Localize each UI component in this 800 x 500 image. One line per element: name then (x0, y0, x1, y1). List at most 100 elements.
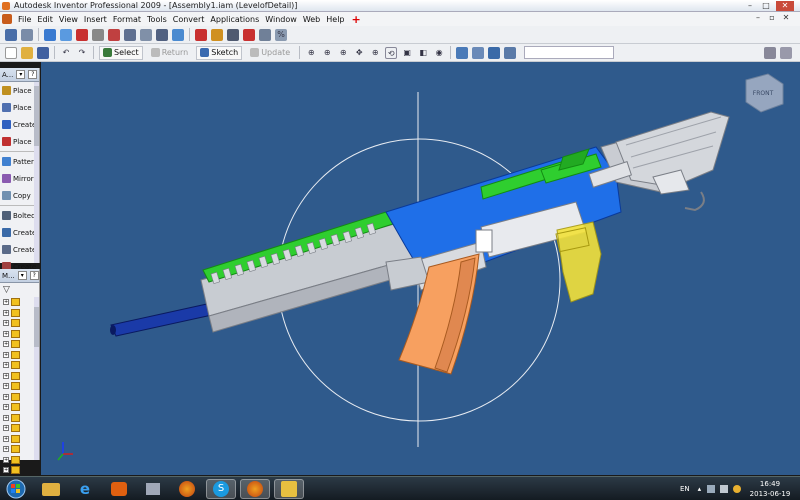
model-browser-header[interactable]: M... ▾ ? (0, 269, 39, 283)
minimize-button[interactable]: – (744, 1, 756, 11)
help-icon[interactable]: ? (28, 70, 38, 79)
maximize-button[interactable]: □ (760, 1, 772, 11)
mirror-icon[interactable] (76, 28, 88, 41)
menu-web[interactable]: Web (300, 15, 323, 24)
pan-icon[interactable]: ✥ (353, 47, 365, 59)
close-button[interactable]: ✕ (776, 1, 794, 11)
menu-insert[interactable]: Insert (81, 15, 110, 24)
taskbar-internet-explorer[interactable]: e (70, 479, 100, 499)
sketch-button[interactable]: Sketch (196, 45, 243, 60)
contact-solver-icon[interactable] (227, 28, 239, 41)
enable-icon[interactable] (243, 28, 255, 41)
tray-expand-icon[interactable]: ▴ (698, 485, 702, 493)
assembly-panel-header[interactable]: A... ▾ ? (0, 68, 39, 82)
menu-format[interactable]: Format (110, 15, 144, 24)
bolted-connection-icon[interactable] (156, 28, 168, 41)
expand-icon[interactable]: + (3, 341, 9, 348)
panel-scrollbar[interactable] (34, 82, 39, 263)
scrollbar-thumb[interactable] (34, 307, 39, 347)
graphics-window[interactable]: FRONT (41, 62, 800, 475)
view-cube[interactable]: FRONT (745, 73, 784, 113)
expand-icon[interactable]: + (3, 467, 9, 474)
expand-icon[interactable]: + (3, 372, 9, 379)
expand-icon[interactable]: + (3, 425, 9, 432)
zoom-icon[interactable]: ⊕ (337, 47, 349, 59)
menu-convert[interactable]: Convert (170, 15, 208, 24)
expand-icon[interactable]: + (3, 309, 9, 316)
expand-icon[interactable]: + (3, 435, 9, 442)
camera-icon[interactable] (488, 46, 501, 59)
taskbar-skype[interactable]: S (206, 479, 236, 499)
zoom-all-icon[interactable]: ⊕ (305, 47, 317, 59)
help-icon[interactable]: ? (29, 271, 39, 280)
expand-icon[interactable]: + (3, 393, 9, 400)
expand-icon[interactable]: + (3, 404, 9, 411)
notification-icon[interactable] (733, 485, 742, 493)
fraction-icon[interactable]: % (275, 28, 287, 41)
constraint-icon[interactable] (44, 28, 56, 41)
taskbar-media-player[interactable] (104, 479, 134, 499)
volume-icon[interactable] (720, 485, 729, 493)
copy-icon[interactable] (92, 28, 104, 41)
inventor-app-icon[interactable] (2, 2, 10, 10)
expand-icon[interactable]: + (3, 330, 9, 337)
orbit-icon[interactable]: ⟲ (385, 46, 398, 59)
expand-icon[interactable]: + (3, 320, 9, 327)
expand-icon[interactable]: + (3, 362, 9, 369)
barrel[interactable] (110, 301, 222, 337)
move-component-icon[interactable] (124, 28, 136, 41)
replace-icon[interactable] (108, 28, 120, 41)
place-component-icon[interactable] (5, 28, 17, 41)
chevron-down-icon[interactable]: ▾ (16, 70, 26, 79)
home-view-icon[interactable]: ◉ (433, 47, 445, 59)
expand-icon[interactable]: + (3, 351, 9, 358)
section-icon[interactable] (504, 46, 517, 59)
scrollbar-thumb[interactable] (34, 86, 39, 146)
undo-icon[interactable]: ↶ (60, 47, 72, 59)
start-button[interactable] (0, 479, 32, 499)
expand-icon[interactable]: + (3, 456, 9, 463)
chevron-down-icon[interactable]: ▾ (17, 271, 27, 280)
rotate-component-icon[interactable] (140, 28, 152, 41)
panel-toggle-icon[interactable] (764, 46, 777, 59)
section-view-icon[interactable] (259, 28, 271, 41)
expand-icon[interactable]: + (3, 414, 9, 421)
menu-edit[interactable]: Edit (34, 15, 56, 24)
clock[interactable]: 16:49 2013-06-19 (746, 479, 794, 499)
tree-item[interactable]: + (0, 465, 39, 476)
menu-view[interactable]: View (56, 15, 81, 24)
filter-icon[interactable]: ▽ (3, 285, 10, 295)
create-component-icon[interactable] (21, 28, 33, 41)
network-icon[interactable] (707, 485, 716, 493)
taskbar-file-explorer[interactable] (36, 479, 66, 499)
taskbar-app[interactable] (138, 479, 168, 499)
zoom-window-icon[interactable]: ⊕ (321, 47, 333, 59)
pistol-grip[interactable] (555, 221, 602, 303)
save-icon[interactable] (37, 46, 49, 59)
zoom-selected-icon[interactable]: ⊕ (369, 47, 381, 59)
update-button[interactable]: Update (246, 46, 294, 60)
drive-constraint-icon[interactable] (211, 28, 223, 41)
doc-close-button[interactable]: ✕ (780, 13, 792, 24)
select-button[interactable]: Select (99, 45, 143, 60)
analyze-interference-icon[interactable] (195, 28, 207, 41)
menu-applications[interactable]: Applications (207, 15, 262, 24)
redo-icon[interactable]: ↷ (76, 47, 88, 59)
taskbar-firefox-2[interactable] (240, 479, 270, 499)
language-indicator[interactable]: EN (680, 485, 690, 493)
menu-tools[interactable]: Tools (144, 15, 170, 24)
return-button[interactable]: Return (147, 46, 193, 60)
add-icon[interactable]: + (352, 13, 361, 26)
color-override-select[interactable] (524, 46, 615, 59)
expand-icon[interactable]: + (3, 299, 9, 306)
open-icon[interactable] (21, 46, 33, 59)
model-canvas[interactable]: FRONT (41, 62, 800, 475)
new-icon[interactable] (5, 46, 17, 59)
panel-options-icon[interactable] (780, 46, 793, 59)
design-accelerator-icon[interactable] (172, 28, 184, 41)
previous-view-icon[interactable]: ◧ (417, 47, 429, 59)
pattern-icon[interactable] (60, 28, 72, 41)
look-at-icon[interactable]: ▣ (401, 47, 413, 59)
doc-restore-button[interactable]: ▫ (766, 13, 778, 24)
buttstock[interactable] (600, 111, 730, 212)
